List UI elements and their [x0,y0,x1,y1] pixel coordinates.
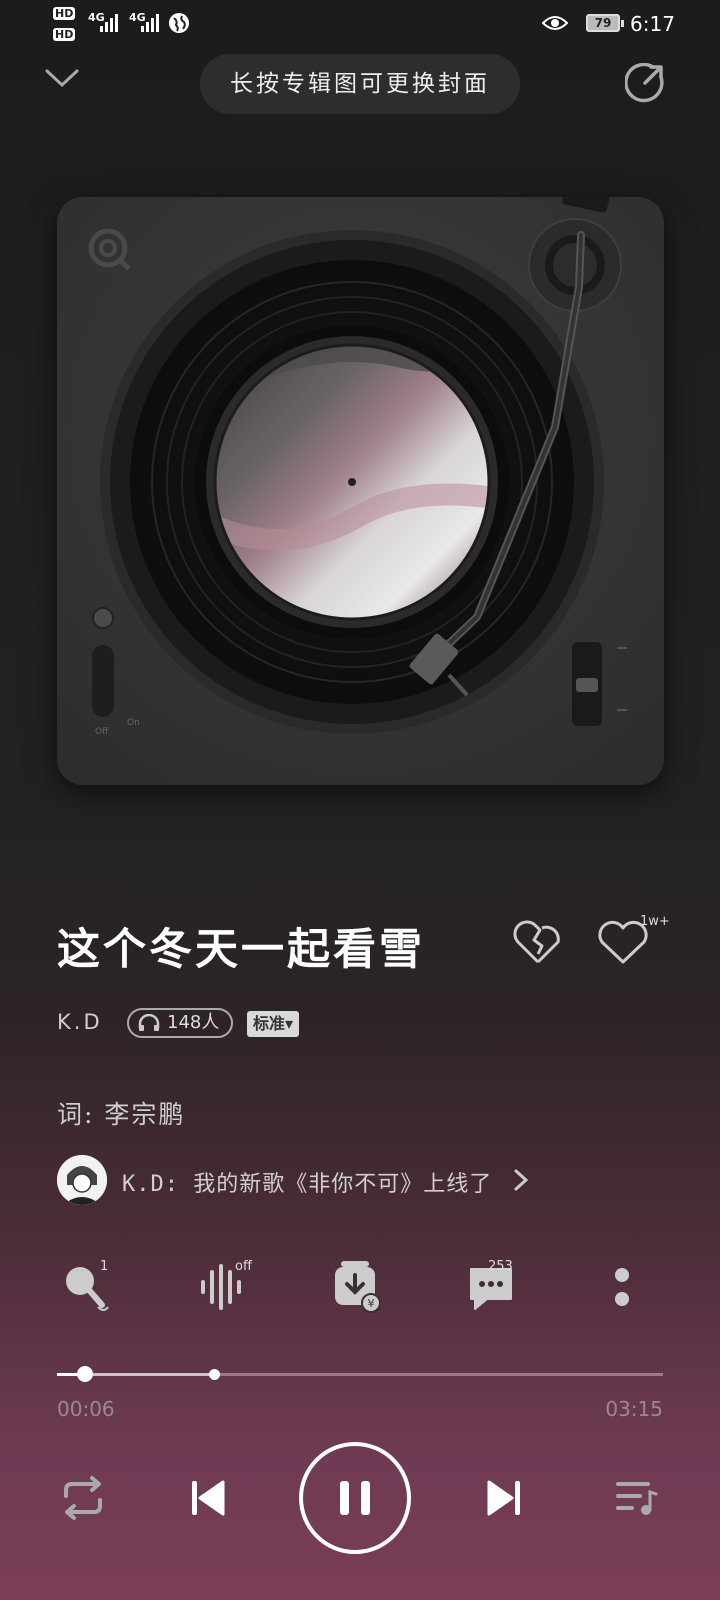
pitch-slider-handle[interactable] [576,678,598,692]
status-bar: HD HD 4G 4G 79 6:17 [0,0,720,50]
listeners-count: 148人 [167,1012,220,1033]
total-time: 03:15 [605,1397,663,1421]
battery-indicator: 79 [586,14,624,32]
sing-badge: 1 [100,1259,109,1274]
signal-icon [141,14,159,32]
avatar[interactable] [57,1155,107,1205]
turntable-deck[interactable]: Off On [57,197,664,785]
comment-count: 253 [488,1259,513,1274]
svg-text:¥: ¥ [368,1297,375,1310]
like-count: 1w+ [640,914,670,929]
switch-on-label: On [127,718,140,728]
dislike-broken-heart-icon[interactable] [512,918,564,966]
effect-badge: off [235,1259,252,1274]
power-switch[interactable] [92,645,114,717]
share-icon[interactable] [625,63,665,103]
previous-track-icon[interactable] [190,1478,226,1518]
hd-badge: HD [53,7,76,20]
signal-icon [100,14,118,32]
progress-thumb[interactable] [76,1366,93,1382]
lyricist-credit: 词: 李宗鹏 [57,1100,186,1129]
song-title: 这个冬天一起看雪 [57,925,425,975]
pause-icon [340,1481,370,1515]
repeat-icon[interactable] [60,1476,106,1520]
current-time: 00:06 [57,1397,115,1421]
globe-icon [169,13,189,33]
chevron-right-icon[interactable] [512,1168,530,1192]
artist-news-link[interactable]: K.D: 我的新歌《非你不可》上线了 [122,1166,492,1198]
slider-mark [617,647,627,649]
hd-badge: HD [53,28,76,41]
more-options-icon[interactable] [612,1267,632,1309]
playlist-icon[interactable] [614,1478,658,1518]
artist-name[interactable]: K.D [57,1010,103,1034]
pitch-slider[interactable] [572,642,602,726]
eye-icon [542,16,568,30]
download-icon[interactable]: ¥ [333,1261,381,1313]
next-track-icon[interactable] [486,1478,522,1518]
quality-selector[interactable]: 标准▾ [247,1011,300,1037]
cover-hint: 长按专辑图可更换封面 [200,54,520,114]
buffer-marker [209,1369,221,1380]
progress-track[interactable] [57,1373,663,1376]
pause-button[interactable] [299,1442,411,1554]
speed-knob[interactable] [92,607,114,629]
listening-headphones-icon [138,1014,160,1031]
listeners-pill[interactable]: 148人 [127,1008,234,1038]
collapse-chevron-icon[interactable] [44,66,80,90]
switch-off-label: Off [95,727,109,737]
slider-mark [617,709,627,711]
clock: 6:17 [630,12,675,36]
